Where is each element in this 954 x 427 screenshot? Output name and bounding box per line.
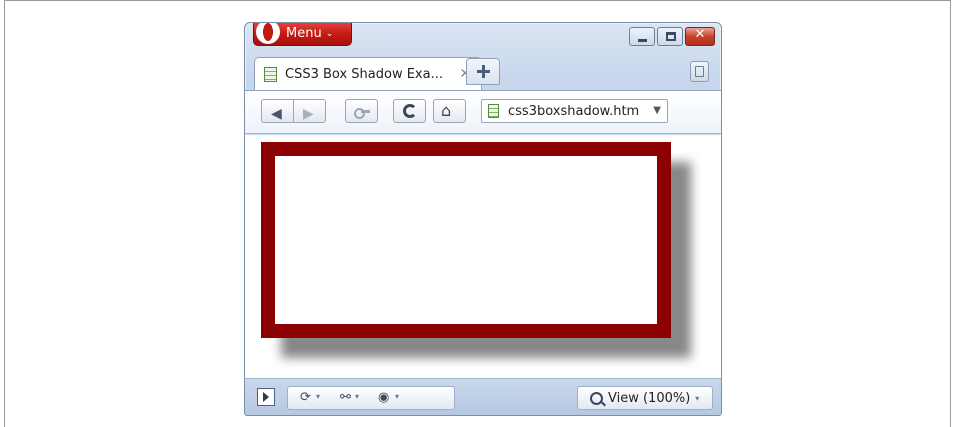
frame-border-top xyxy=(4,0,951,1)
minimize-icon xyxy=(638,39,647,42)
close-icon: ✕ xyxy=(694,27,706,42)
sync-icon[interactable]: ⟳ xyxy=(300,390,311,405)
chevron-down-icon[interactable]: ▾ xyxy=(316,392,320,401)
chevron-down-icon[interactable]: ▾ xyxy=(395,392,399,401)
home-icon: ⌂ xyxy=(441,101,452,120)
trash-button[interactable] xyxy=(690,61,709,82)
browser-window: Menu ⌄ ✕ CSS3 Box Shadow Exa... ✕ xyxy=(244,22,722,416)
chevron-down-icon: ⌄ xyxy=(325,28,334,39)
frame-border-left xyxy=(4,0,5,427)
address-dropdown-icon[interactable]: ▼ xyxy=(653,105,661,116)
arrow-right-icon: ▶ xyxy=(303,106,314,122)
address-text: css3boxshadow.htm xyxy=(508,103,640,119)
maximize-button[interactable] xyxy=(657,27,683,46)
key-icon xyxy=(354,108,370,119)
share-icon[interactable]: ⚯ xyxy=(340,390,351,405)
panel-toggle-button[interactable] xyxy=(257,388,275,406)
new-tab-button[interactable] xyxy=(466,58,500,85)
reload-button[interactable] xyxy=(393,99,426,123)
close-window-button[interactable]: ✕ xyxy=(685,27,715,46)
window-controls: ✕ xyxy=(627,27,715,46)
password-manager-button[interactable] xyxy=(345,99,378,123)
chevron-down-icon[interactable]: ▾ xyxy=(355,392,359,401)
status-tools-group: ⟳ ▾ ⚯ ▾ ◉ ▾ xyxy=(287,386,455,410)
home-button[interactable]: ⌂ xyxy=(433,99,466,123)
zoom-icon xyxy=(590,391,603,405)
address-field[interactable]: css3boxshadow.htm ▼ xyxy=(481,99,668,123)
navigation-toolbar: ◀ ▶ ⌂ css3boxshadow.htm ▼ xyxy=(245,90,721,134)
plus-icon xyxy=(477,65,490,78)
zoom-label: View (100%) xyxy=(608,390,691,406)
menu-label: Menu xyxy=(286,26,322,41)
back-button[interactable]: ◀ xyxy=(261,99,294,123)
reload-icon xyxy=(403,104,417,118)
zoom-button[interactable]: View (100%) ▾ xyxy=(577,386,713,410)
minimize-button[interactable] xyxy=(629,27,655,46)
status-bar: ⟳ ▾ ⚯ ▾ ◉ ▾ View (100%) ▾ xyxy=(245,378,721,415)
trash-icon xyxy=(695,66,704,77)
arrow-left-icon: ◀ xyxy=(271,106,282,122)
frame-border-right xyxy=(950,0,951,427)
maximize-icon xyxy=(666,32,676,41)
page: Menu ⌄ ✕ CSS3 Box Shadow Exa... ✕ xyxy=(0,0,954,427)
document-icon xyxy=(264,66,277,82)
chevron-down-icon: ▾ xyxy=(695,393,700,403)
page-content xyxy=(245,135,721,378)
tab-css3-box-shadow[interactable]: CSS3 Box Shadow Exa... ✕ xyxy=(254,57,482,90)
tab-title: CSS3 Box Shadow Exa... xyxy=(285,66,443,82)
opera-menu-button[interactable]: Menu ⌄ xyxy=(253,23,352,46)
forward-button[interactable]: ▶ xyxy=(293,99,326,123)
opera-logo-icon xyxy=(256,23,280,44)
speed-dial-icon[interactable]: ◉ xyxy=(378,390,389,405)
shadow-demo-box xyxy=(261,142,671,338)
document-icon xyxy=(488,104,499,118)
